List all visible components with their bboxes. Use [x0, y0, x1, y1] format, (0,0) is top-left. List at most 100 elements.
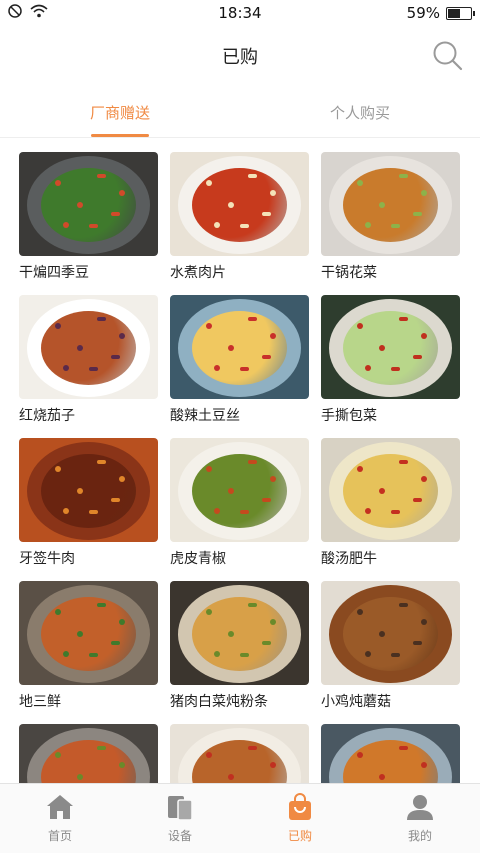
search-icon	[433, 41, 463, 71]
garnish	[228, 488, 234, 494]
recipe-photo	[170, 438, 309, 542]
recipe-name: 干煸四季豆	[19, 265, 89, 281]
garnish	[55, 466, 61, 472]
garnish	[399, 317, 408, 321]
tab-bar: 厂商赠送 个人购买	[0, 88, 480, 138]
recipe-card[interactable]: 干锅花菜	[321, 152, 460, 295]
food	[192, 454, 287, 528]
garnish	[240, 224, 249, 228]
garnish	[228, 774, 234, 780]
garnish	[77, 774, 83, 780]
nav-purchased[interactable]: 已购	[240, 784, 360, 853]
garnish	[262, 498, 271, 502]
devices-icon	[168, 796, 193, 821]
garnish	[413, 212, 422, 216]
nav-profile[interactable]: 我的	[360, 784, 480, 853]
garnish	[119, 619, 125, 625]
garnish	[55, 180, 61, 186]
garnish	[248, 460, 257, 464]
tab-label: 厂商赠送	[89, 104, 150, 122]
recipe-photo	[19, 295, 158, 399]
home-icon	[47, 795, 73, 819]
garnish	[77, 631, 83, 637]
garnish	[391, 367, 400, 371]
food	[343, 311, 438, 385]
tab-label: 个人购买	[329, 104, 390, 122]
status-bar: 18:34 59%	[0, 0, 480, 26]
nav-label: 已购	[287, 829, 312, 843]
garnish	[228, 202, 234, 208]
recipe-photo	[19, 152, 158, 256]
garnish	[270, 190, 276, 196]
garnish	[391, 653, 400, 657]
recipe-name: 红烧茄子	[19, 408, 75, 424]
food	[343, 597, 438, 671]
garnish	[119, 190, 125, 196]
recipe-photo	[170, 152, 309, 256]
garnish	[379, 774, 385, 780]
tab-personal-purchase[interactable]: 个人购买	[240, 88, 480, 137]
recipe-card[interactable]: 水煮肉片	[170, 152, 309, 295]
recipe-card[interactable]: 手撕包菜	[321, 295, 460, 438]
food	[343, 454, 438, 528]
recipe-grid: 干煸四季豆 水煮肉片 干锅花菜红烧茄子 酸辣土豆丝 手撕包菜牙签牛肉 虎皮青椒 酸汤肥牛地三…	[19, 152, 461, 853]
garnish	[357, 180, 363, 186]
nav-label: 首页	[47, 829, 72, 843]
recipe-photo	[321, 581, 460, 685]
garnish	[248, 603, 257, 607]
garnish	[365, 222, 371, 228]
garnish	[248, 746, 257, 750]
garnish	[119, 476, 125, 482]
recipe-card[interactable]: 干煸四季豆	[19, 152, 158, 295]
nav-home[interactable]: 首页	[0, 784, 120, 853]
garnish	[248, 174, 257, 178]
nav-label: 设备	[167, 829, 192, 843]
food	[192, 168, 287, 242]
garnish	[111, 641, 120, 645]
recipe-name: 虎皮青椒	[170, 551, 226, 567]
header: 已购	[0, 26, 480, 86]
garnish	[262, 355, 271, 359]
garnish	[270, 476, 276, 482]
shopping-bag-icon	[289, 793, 311, 820]
garnish	[89, 367, 98, 371]
nav-label: 我的	[407, 829, 432, 843]
recipe-card[interactable]: 地三鲜	[19, 581, 158, 724]
garnish	[262, 212, 271, 216]
garnish	[97, 603, 106, 607]
garnish	[214, 222, 220, 228]
garnish	[391, 510, 400, 514]
search-button[interactable]	[432, 40, 464, 72]
garnish	[413, 641, 422, 645]
recipe-card[interactable]: 虎皮青椒	[170, 438, 309, 581]
recipe-card[interactable]: 牙签牛肉	[19, 438, 158, 581]
garnish	[63, 222, 69, 228]
recipe-card[interactable]: 红烧茄子	[19, 295, 158, 438]
garnish	[97, 174, 106, 178]
recipe-name: 酸辣土豆丝	[170, 408, 240, 424]
garnish	[206, 180, 212, 186]
garnish	[214, 365, 220, 371]
recipe-card[interactable]: 猪肉白菜炖粉条	[170, 581, 309, 724]
recipe-card[interactable]: 酸辣土豆丝	[170, 295, 309, 438]
garnish	[206, 466, 212, 472]
battery-icon	[446, 6, 475, 20]
recipe-photo	[170, 295, 309, 399]
recipe-card[interactable]: 小鸡炖蘑菇	[321, 581, 460, 724]
tab-manufacturer-gift[interactable]: 厂商赠送	[0, 88, 240, 137]
garnish	[357, 323, 363, 329]
food	[192, 311, 287, 385]
recipe-card[interactable]: 酸汤肥牛	[321, 438, 460, 581]
recipe-name: 地三鲜	[19, 694, 61, 710]
garnish	[357, 466, 363, 472]
garnish	[214, 508, 220, 514]
garnish	[391, 224, 400, 228]
garnish	[365, 651, 371, 657]
food	[192, 597, 287, 671]
garnish	[89, 653, 98, 657]
recipe-photo	[321, 295, 460, 399]
garnish	[228, 631, 234, 637]
garnish	[206, 609, 212, 615]
nav-devices[interactable]: 设备	[120, 784, 240, 853]
garnish	[77, 345, 83, 351]
